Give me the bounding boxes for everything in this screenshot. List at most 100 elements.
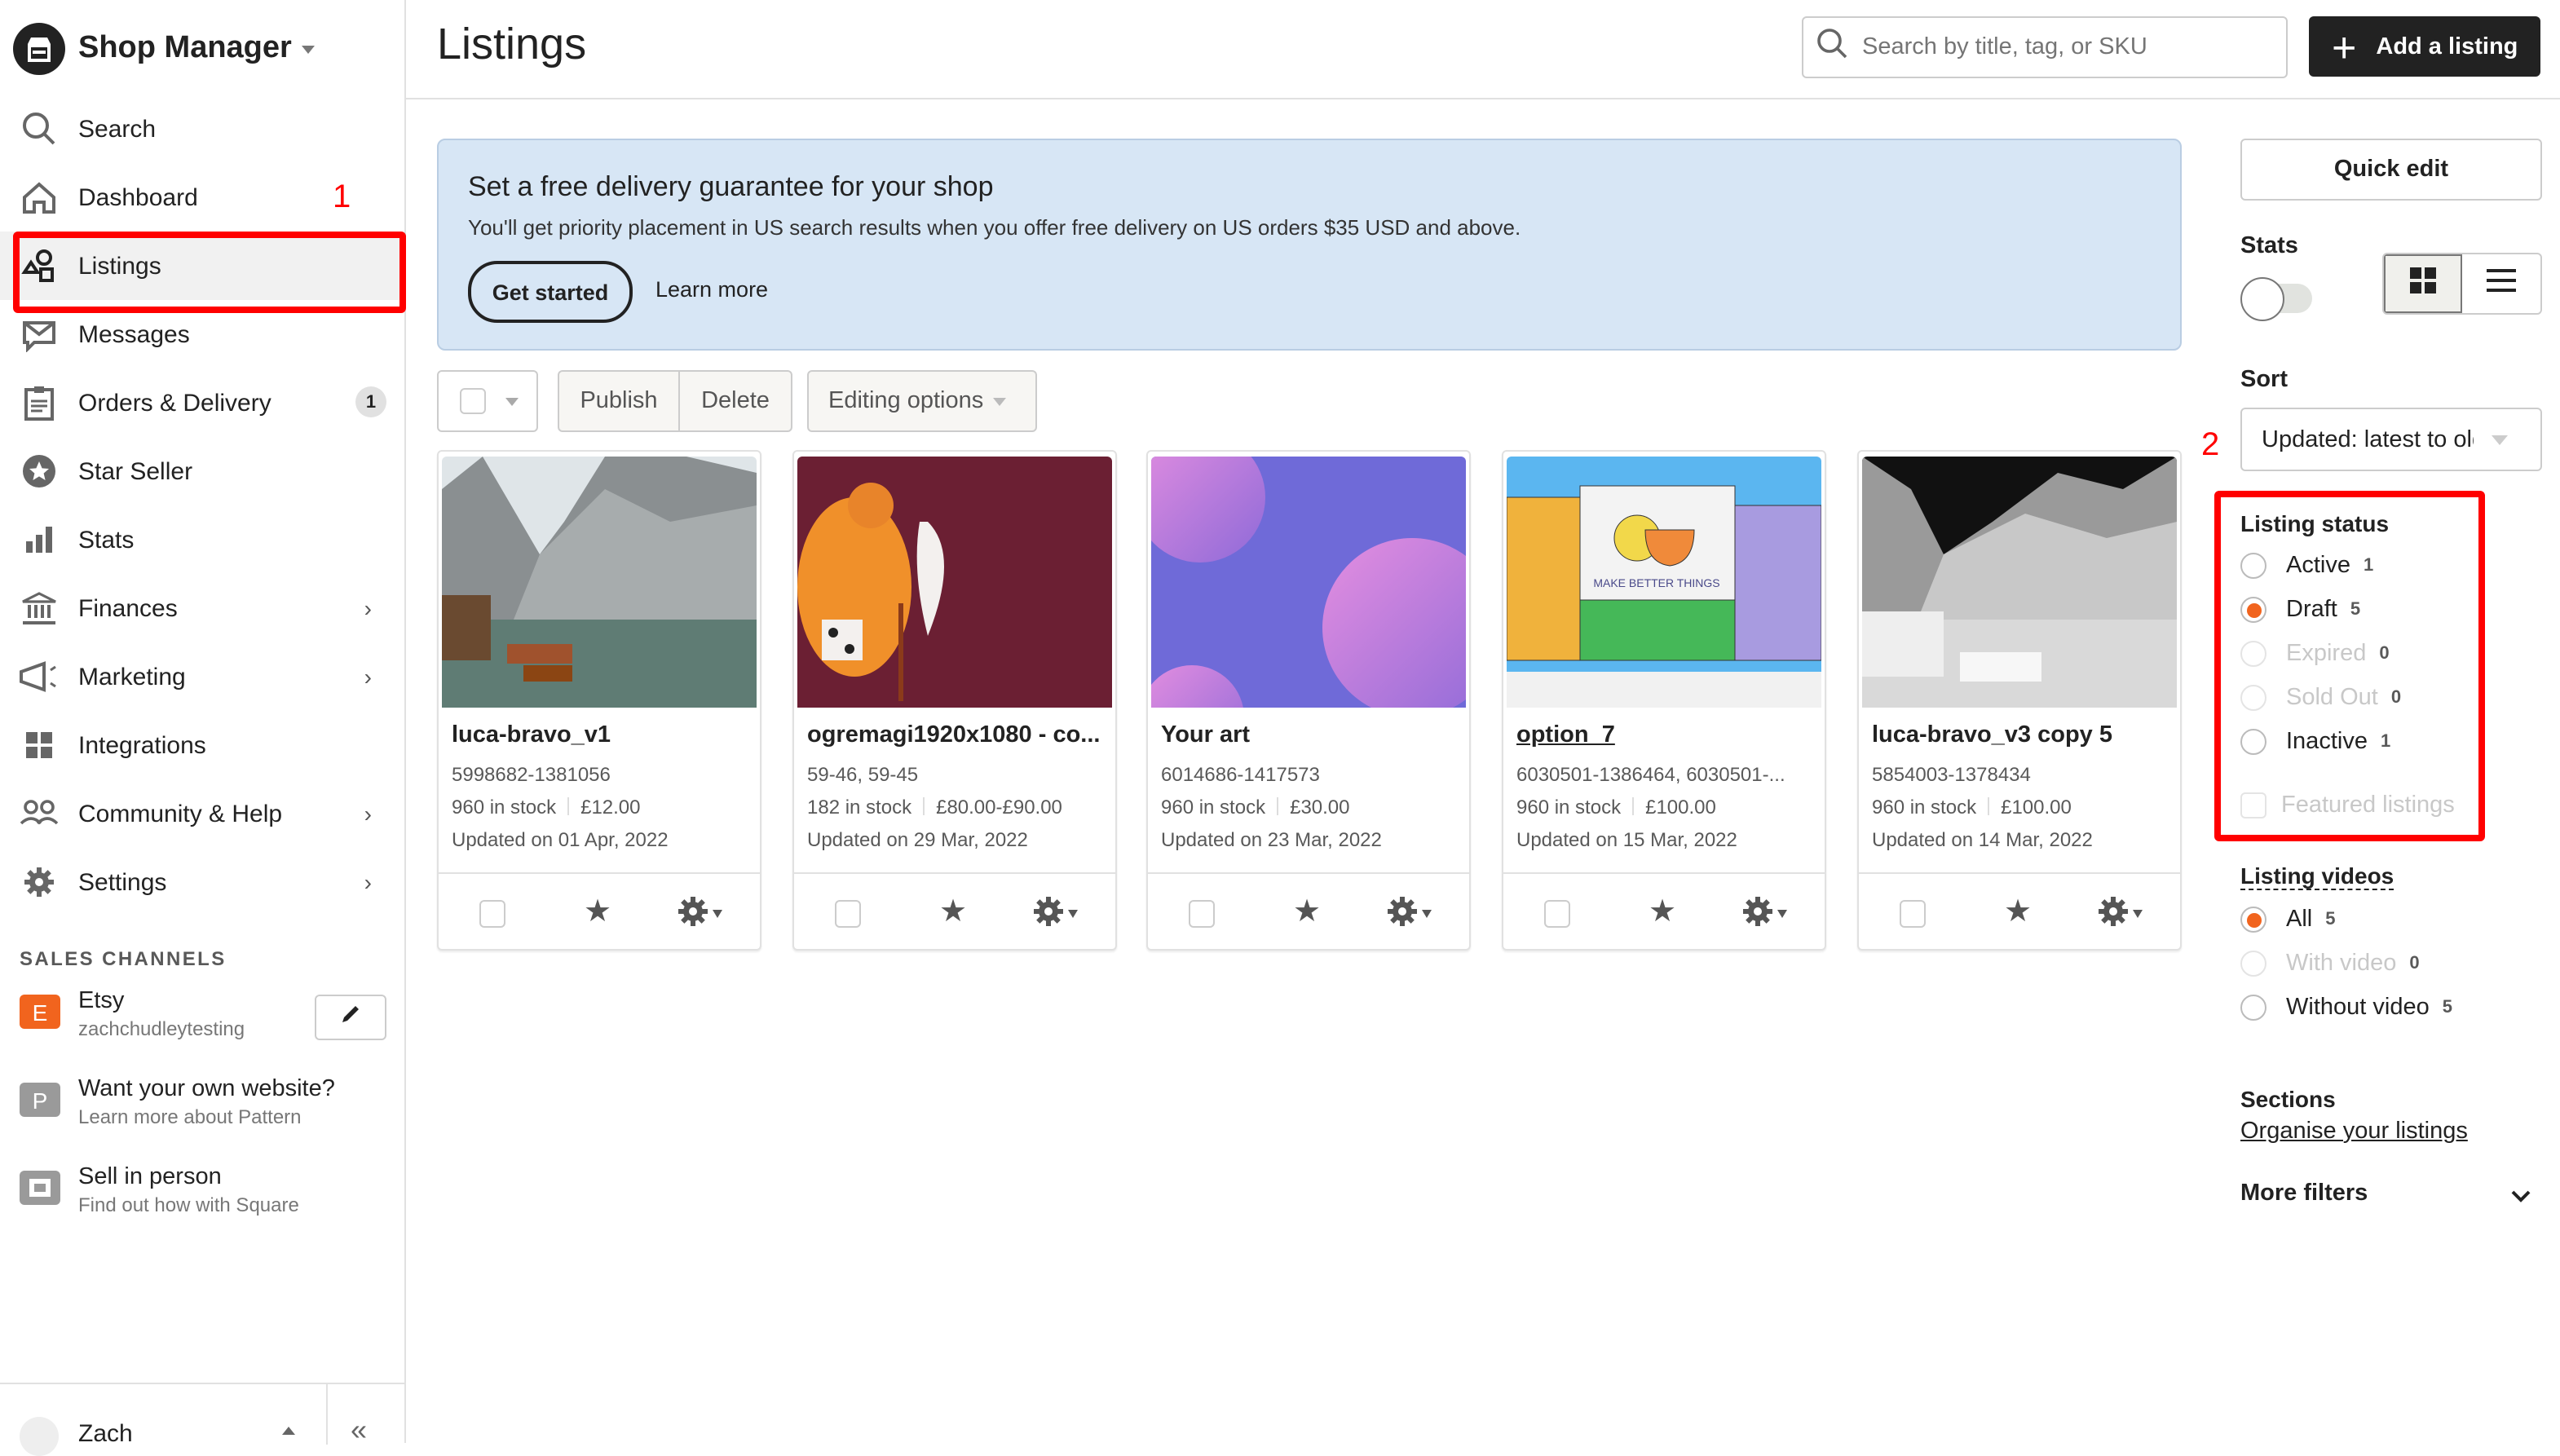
listing-stock: 960 in stock (1161, 796, 1266, 818)
status-option-inactive[interactable]: Inactive 1 (2240, 729, 2390, 755)
learn-more-link[interactable]: Learn more (655, 277, 768, 302)
gear-icon[interactable] (1741, 895, 1774, 936)
star-icon[interactable]: ★ (584, 893, 611, 931)
avatar[interactable] (20, 1417, 59, 1456)
featured-listings-checkbox[interactable]: Featured listings (2240, 792, 2455, 818)
listing-thumbnail[interactable] (442, 457, 757, 708)
select-all-checkbox[interactable] (460, 388, 486, 414)
listing-thumbnail[interactable] (1151, 457, 1466, 708)
separator (1632, 797, 1635, 815)
listing-card[interactable]: Your art 6014686-1417573 960 in stock £30.0… (1146, 450, 1471, 951)
status-option-draft[interactable]: Draft 5 (2240, 597, 2360, 623)
star-icon[interactable]: ★ (1293, 893, 1321, 931)
radio-button[interactable] (2240, 995, 2266, 1021)
channel-pattern[interactable]: P Want your own website? Learn more abou… (20, 1076, 395, 1128)
add-listing-button[interactable]: + Add a listing (2309, 16, 2540, 77)
gear-icon[interactable] (677, 895, 709, 936)
delete-button[interactable]: Delete (680, 372, 791, 430)
channel-title: Want your own website? (78, 1076, 335, 1102)
caret-up-icon[interactable] (282, 1427, 295, 1435)
shop-manager-menu[interactable]: Shop Manager (13, 23, 315, 75)
radio-button[interactable] (2240, 729, 2266, 755)
organise-listings-link[interactable]: Organise your listings (2240, 1118, 2468, 1145)
quick-edit-button[interactable]: Quick edit (2240, 139, 2542, 201)
plus-icon: + (2332, 22, 2357, 71)
sidebar-item-community[interactable]: Community & Help › (13, 779, 391, 848)
star-icon[interactable]: ★ (939, 893, 967, 931)
grid-view-button[interactable] (2384, 254, 2462, 313)
star-icon[interactable]: ★ (1649, 893, 1676, 931)
sidebar-item-marketing[interactable]: Marketing › (13, 642, 391, 711)
sidebar-item-search[interactable]: Search (13, 95, 391, 163)
listing-stock: 182 in stock (807, 796, 912, 818)
listing-updated: Updated on 01 Apr, 2022 (452, 828, 669, 851)
sidebar-item-settings[interactable]: Settings › (13, 848, 391, 916)
chevron-down-icon[interactable] (2511, 1184, 2531, 1213)
separator (567, 797, 570, 815)
sidebar-item-label: Finances (78, 594, 178, 622)
sidebar-item-integrations[interactable]: Integrations (13, 711, 391, 779)
listing-checkbox[interactable] (835, 900, 861, 928)
sort-select[interactable]: Updated: latest to oldest (2240, 408, 2542, 471)
etsy-badge-icon: E (20, 995, 60, 1029)
listing-status-label: Listing status (2240, 510, 2390, 536)
video-option-with-video: With video 0 (2240, 951, 2420, 977)
separator (1988, 797, 1990, 815)
more-filters-toggle[interactable]: More filters (2240, 1180, 2368, 1207)
listing-title[interactable]: option_7 (1516, 722, 1816, 748)
publish-button[interactable]: Publish (559, 372, 680, 430)
people-icon (20, 794, 59, 833)
gear-icon[interactable] (1032, 895, 1065, 936)
listing-thumbnail[interactable] (797, 457, 1112, 708)
sidebar-item-finances[interactable]: Finances › (13, 574, 391, 642)
listing-card-actions: ★ (1859, 872, 2180, 951)
listing-checkbox[interactable] (1189, 900, 1215, 928)
listing-title[interactable]: ogremagi1920x1080 - co... (807, 722, 1107, 748)
listing-title[interactable]: luca-bravo_v3 copy 5 (1872, 722, 2172, 748)
listing-checkbox[interactable] (479, 900, 505, 928)
listing-thumbnail[interactable] (1862, 457, 2177, 708)
listing-title[interactable]: luca-bravo_v1 (452, 722, 752, 748)
radio-button (2240, 685, 2266, 711)
channel-square[interactable]: Sell in person Find out how with Square (20, 1164, 395, 1216)
channel-subtitle: zachchudleytesting (78, 1017, 245, 1040)
search-input[interactable] (1859, 33, 2273, 62)
page-header: Listings + Add a listing (406, 0, 2560, 99)
listing-thumbnail[interactable]: MAKE BETTER THINGS (1507, 457, 1821, 708)
listing-card[interactable]: luca-bravo_v3 copy 5 5854003-1378434 960 i… (1857, 450, 2182, 951)
chevron-right-icon: › (364, 664, 372, 690)
listing-updated: Updated on 29 Mar, 2022 (807, 828, 1028, 851)
radio-button[interactable] (2240, 907, 2266, 933)
star-icon[interactable]: ★ (2004, 893, 2032, 931)
chevron-right-icon: › (364, 869, 372, 895)
get-started-button[interactable]: Get started (468, 261, 633, 323)
sidebar-item-star-seller[interactable]: Star Seller (13, 437, 391, 505)
stats-toggle[interactable] (2240, 277, 2312, 321)
listing-card[interactable]: luca-bravo_v1 5998682-1381056 960 in stock… (437, 450, 761, 951)
bulk-actions: Publish Delete (558, 370, 792, 432)
listing-card[interactable]: MAKE BETTER THINGS option_7 6030501-138646… (1502, 450, 1826, 951)
listing-checkbox[interactable] (1544, 900, 1570, 928)
listing-card[interactable]: ogremagi1920x1080 - co... 59-46, 59-45 182… (792, 450, 1117, 951)
sidebar-item-stats[interactable]: Stats (13, 505, 391, 574)
gear-icon[interactable] (1386, 895, 1419, 936)
video-option-all[interactable]: All 5 (2240, 907, 2336, 933)
radio-button[interactable] (2240, 553, 2266, 579)
sidebar-item-label: Marketing (78, 663, 186, 690)
listing-title[interactable]: Your art (1161, 722, 1461, 748)
status-option-active[interactable]: Active 1 (2240, 553, 2373, 579)
video-option-without-video[interactable]: Without video 5 (2240, 995, 2452, 1021)
select-all-dropdown[interactable] (437, 370, 538, 432)
list-view-button[interactable] (2462, 254, 2540, 313)
editing-options-dropdown[interactable]: Editing options (807, 370, 1037, 432)
star-badge-icon (20, 452, 59, 491)
checkbox[interactable] (2240, 792, 2266, 818)
sidebar-item-orders[interactable]: Orders & Delivery 1 (13, 368, 391, 437)
edit-channel-button[interactable] (315, 995, 386, 1040)
user-name[interactable]: Zach (78, 1420, 133, 1448)
search-field[interactable] (1802, 16, 2288, 78)
radio-button[interactable] (2240, 597, 2266, 623)
gear-icon[interactable] (2097, 895, 2130, 936)
listing-sku: 6030501-1386464, 6030501-... (1516, 763, 1785, 786)
listing-checkbox[interactable] (1900, 900, 1926, 928)
